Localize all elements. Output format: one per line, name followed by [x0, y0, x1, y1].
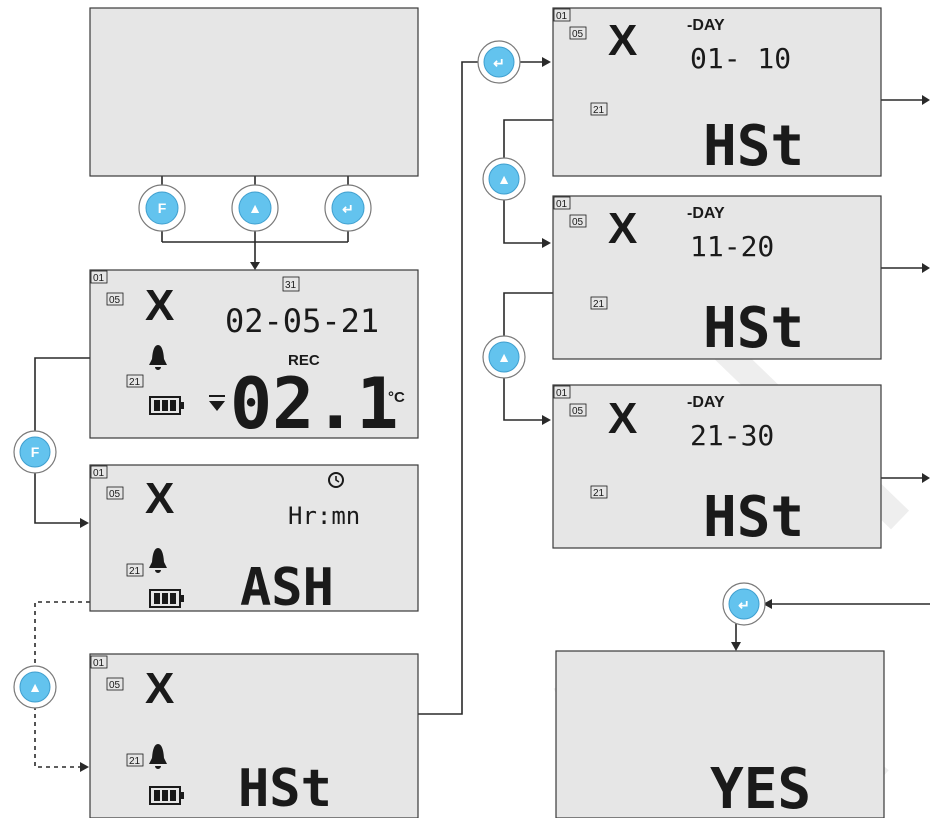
svg-text:21: 21 — [593, 299, 605, 310]
diagram-canvas: F ▲ ↵ F ▲ ↵ ▲ ▲ ↵ 01 05 X 31 02-05-21 RE… — [0, 0, 930, 818]
confirm-lcd-screen: YES — [555, 650, 885, 818]
channel-mark: X — [145, 474, 174, 523]
day-range: 11-20 — [690, 230, 774, 263]
day-page-screen: 01 05 X -DAY 11-20 21 HSt — [552, 195, 882, 361]
channel-mark: X — [608, 394, 637, 443]
svg-text:05: 05 — [572, 217, 584, 228]
enter-button[interactable]: ↵ — [324, 184, 372, 232]
svg-text:01: 01 — [93, 468, 105, 479]
svg-text:01: 01 — [556, 199, 568, 210]
history-value: HSt — [703, 114, 804, 179]
main-lcd-screen: 01 05 X 31 02-05-21 REC 21 02.1 °C — [89, 269, 419, 445]
up-button[interactable]: ▲ — [482, 157, 526, 201]
channel-mark: X — [145, 281, 174, 330]
channel-mark: X — [145, 664, 174, 713]
time-label: Hr:mn — [288, 502, 360, 530]
svg-text:01: 01 — [93, 273, 105, 284]
up-arrow-icon: ▲ — [497, 349, 511, 365]
up-arrow-icon: ▲ — [497, 171, 511, 187]
svg-text:F: F — [31, 444, 40, 460]
f-button[interactable]: F — [13, 430, 57, 474]
history-value: HSt — [703, 296, 804, 361]
day-page-screen: 01 05 X -DAY 01- 10 21 HSt — [552, 7, 882, 179]
svg-text:01: 01 — [93, 658, 105, 669]
date-readout: 02-05-21 — [225, 302, 379, 340]
up-button[interactable]: ▲ — [13, 665, 57, 709]
svg-text:21: 21 — [129, 756, 141, 767]
channel-mark: X — [608, 204, 637, 253]
up-button[interactable]: ▲ — [231, 184, 279, 232]
svg-text:05: 05 — [109, 295, 121, 306]
alarm-value: ASH — [240, 558, 334, 618]
enter-button[interactable]: ↵ — [722, 582, 766, 626]
blank-lcd-screen — [89, 7, 419, 177]
svg-text:01: 01 — [556, 388, 568, 399]
enter-icon: ↵ — [342, 201, 354, 217]
day-label: -DAY — [687, 205, 725, 222]
unit-label: °C — [388, 389, 405, 406]
f-button[interactable]: F — [138, 184, 186, 232]
day-page-screen: 01 05 X -DAY 21-30 21 HSt — [552, 384, 882, 550]
history-value: HSt — [238, 759, 332, 818]
day-label: -DAY — [687, 17, 725, 34]
enter-icon: ↵ — [738, 597, 750, 613]
enter-icon: ↵ — [493, 55, 505, 71]
svg-text:F: F — [158, 200, 167, 216]
day-label: -DAY — [687, 394, 725, 411]
svg-text:05: 05 — [109, 489, 121, 500]
up-arrow-icon: ▲ — [28, 679, 42, 695]
day-range: 01- 10 — [690, 42, 791, 75]
up-arrow-icon: ▲ — [248, 200, 262, 216]
flow-diagram: F ▲ ↵ F ▲ ↵ ▲ ▲ ↵ 01 05 X 31 02-05-21 RE… — [13, 7, 930, 818]
svg-text:05: 05 — [109, 680, 121, 691]
svg-text:21: 21 — [129, 377, 141, 388]
confirm-value: YES — [710, 757, 811, 818]
svg-text:05: 05 — [572, 29, 584, 40]
history-value: HSt — [703, 485, 804, 550]
temperature-readout: 02.1 — [230, 363, 399, 445]
svg-text:21: 21 — [593, 488, 605, 499]
svg-text:01: 01 — [556, 11, 568, 22]
history-lcd-screen: 01 05 X 21 HSt — [89, 653, 419, 818]
alarm-lcd-screen: 01 05 X Hr:mn 21 ASH — [89, 464, 419, 618]
channel-mark: X — [608, 16, 637, 65]
up-button[interactable]: ▲ — [482, 335, 526, 379]
svg-text:21: 21 — [129, 566, 141, 577]
svg-text:21: 21 — [593, 105, 605, 116]
enter-button[interactable]: ↵ — [477, 40, 521, 84]
calendar-icon: 31 — [285, 280, 297, 291]
svg-text:05: 05 — [572, 406, 584, 417]
day-range: 21-30 — [690, 419, 774, 452]
